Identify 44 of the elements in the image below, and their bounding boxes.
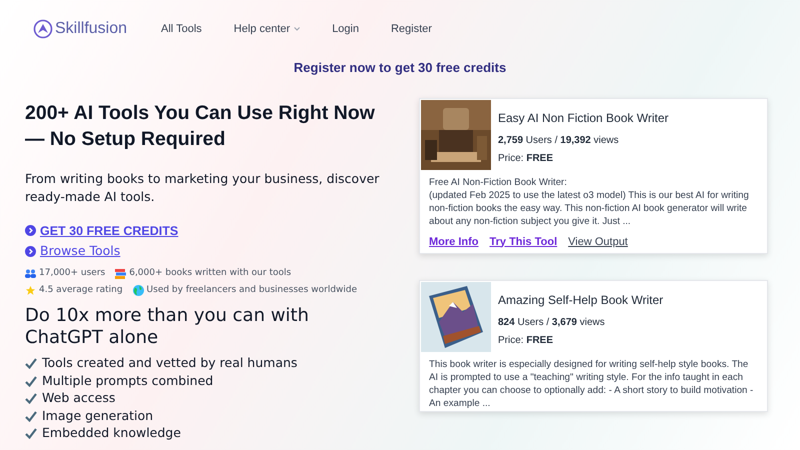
- feature-text: Embedded knowledge: [42, 424, 181, 442]
- stat-text: Used by freelancers and businesses worldwide: [146, 284, 358, 296]
- checkmark-icon: [25, 428, 37, 440]
- nav-link[interactable]: Help center: [222, 20, 312, 38]
- tool-link[interactable]: Try This Tool: [490, 234, 558, 250]
- tool-link[interactable]: More Info: [429, 234, 478, 250]
- checkmark-icon: [25, 358, 37, 370]
- feature-text: Tools created and vetted by real humans: [42, 354, 298, 372]
- nav-link[interactable]: All Tools: [149, 20, 214, 38]
- feature-text: Multiple prompts combined: [42, 372, 214, 390]
- tool-description: Free AI Non-Fiction Book Writer: (updated Feb 2025 to use the latest o3 model) This is our best AI for writing non-fiction books the easy way. This non-fiction AI book generator will write about any non-fiction subject you give it. Just ...: [428, 176, 750, 228]
- star-icon: [25, 284, 36, 296]
- people-icon: [25, 269, 36, 278]
- tool-title[interactable]: Easy AI Non Fiction Book Writer: [498, 108, 669, 126]
- tool-stats: 824 Users / 3,679 views: [498, 316, 606, 330]
- brand-name[interactable]: Skillfusion: [55, 17, 128, 41]
- features-title: Do 10x more than you can with ChatGPT alone: [25, 305, 310, 349]
- tool-description: This book writer is especially designed for writing self-help style books. The AI is prompted to use a "teaching" writing style. For the info taught in each chapter you can choose to optionally add: - A short story to build motivation - An example ...: [428, 358, 754, 410]
- register-banner-link[interactable]: Register now to get 30 free credits: [294, 58, 506, 78]
- logo-icon: [33, 19, 53, 39]
- arrow-circle-icon: [25, 225, 36, 236]
- stat-text: 17,000+ users: [39, 267, 106, 280]
- books-icon: [115, 268, 126, 279]
- tool-title[interactable]: Amazing Self-Help Book Writer: [498, 291, 664, 309]
- arrow-circle-icon: [25, 246, 36, 258]
- feature-text: Web access: [42, 389, 116, 408]
- hero-title: 200+ AI Tools You Can Use Right Now — No Setup Required: [25, 100, 376, 152]
- hero-subtitle: From writing books to marketing your business, discover ready-made AI tools.: [25, 170, 380, 206]
- stat-text: 6,000+ books written with our tools: [129, 267, 292, 280]
- tool-link[interactable]: View Output: [568, 234, 628, 250]
- checkmark-icon: [25, 376, 37, 387]
- checkmark-icon: [25, 393, 37, 404]
- nav-link[interactable]: Register: [378, 20, 444, 38]
- cta-link[interactable]: GET 30 FREE CREDITS: [40, 222, 178, 240]
- tool-stats: 2,759 Users / 19,392 views: [498, 134, 620, 148]
- tool-price: Price: FREE: [498, 334, 554, 348]
- feature-text: Image generation: [42, 406, 154, 425]
- stat-text: 4.5 average rating: [39, 284, 123, 296]
- checkmark-icon: [25, 410, 37, 422]
- globe-icon: [132, 284, 144, 296]
- chevron-down-icon: [294, 27, 300, 31]
- cta-link[interactable]: Browse Tools: [40, 242, 120, 261]
- nav-link[interactable]: Login: [320, 20, 371, 38]
- tool-price: Price: FREE: [498, 152, 554, 166]
